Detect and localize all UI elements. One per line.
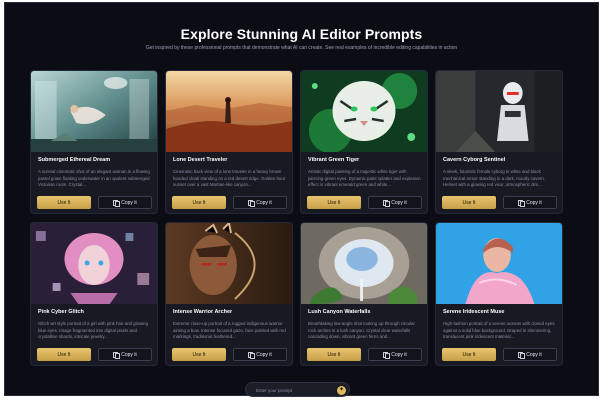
- card-title: Intense Warrior Archer: [173, 309, 233, 315]
- card-description: A surreal cinematic shot of an elegant w…: [38, 169, 150, 187]
- prompt-card: Vibrant Green Tiger Artistic digital pai…: [300, 70, 428, 214]
- prompt-card: Submerged Ethereal Dream A surreal cinem…: [30, 70, 158, 214]
- copy-icon: [248, 352, 255, 359]
- copy-it-button[interactable]: Copy it: [368, 348, 422, 361]
- card-description: Artistic digital painting of a majestic …: [308, 169, 421, 187]
- sparkle-icon[interactable]: ✦: [337, 385, 346, 395]
- copy-icon: [383, 352, 390, 359]
- card-description: Cinematic back view of a lone traveler i…: [173, 169, 286, 187]
- card-title: Submerged Ethereal Dream: [38, 157, 111, 163]
- card-description: Breathtaking low-angle shot looking up t…: [308, 321, 415, 339]
- use-it-button[interactable]: Use It: [307, 348, 361, 361]
- copy-icon: [113, 200, 120, 207]
- use-it-button[interactable]: Use It: [37, 348, 91, 361]
- card-title: Lush Canyon Waterfalls: [308, 309, 371, 315]
- copy-icon: [113, 352, 120, 359]
- prompt-card: Lone Desert Traveler Cinematic back view…: [165, 70, 293, 214]
- use-it-button[interactable]: Use It: [172, 348, 226, 361]
- prompt-bar: ✦: [245, 382, 350, 397]
- prompt-card: Intense Warrior Archer Extreme close-up …: [165, 222, 293, 366]
- copy-it-button[interactable]: Copy it: [368, 196, 422, 209]
- copy-icon: [248, 200, 255, 207]
- card-title: Lone Desert Traveler: [173, 157, 228, 163]
- copy-it-button[interactable]: Copy it: [233, 348, 287, 361]
- copy-it-button[interactable]: Copy it: [233, 196, 287, 209]
- card-description: A sleek, futuristic female cyborg in whi…: [443, 169, 546, 187]
- copy-icon: [518, 200, 525, 207]
- copy-it-label: Copy it: [121, 351, 137, 358]
- copy-it-label: Copy it: [526, 199, 542, 206]
- card-title: Pink Cyber Glitch: [38, 309, 84, 315]
- copy-it-label: Copy it: [391, 199, 407, 206]
- use-it-button[interactable]: Use It: [442, 348, 496, 361]
- green-tiger-image: [301, 71, 427, 152]
- glitch-portrait-image: [31, 223, 157, 304]
- page-subtitle: Get inspired by these professional promp…: [145, 45, 458, 51]
- desert-traveler-image: [166, 71, 292, 152]
- card-description: High-fashion portrait of a serene woman …: [443, 321, 555, 339]
- page-title: Explore Stunning AI Editor Prompts: [180, 26, 423, 42]
- canyon-waterfall-image: [301, 223, 427, 304]
- copy-it-button[interactable]: Copy it: [98, 196, 152, 209]
- copy-it-label: Copy it: [256, 199, 272, 206]
- use-it-button[interactable]: Use It: [442, 196, 496, 209]
- prompt-card: Serene Iridescent Muse High-fashion port…: [435, 222, 563, 366]
- prompt-card: Cavern Cyborg Sentinel A sleek, futurist…: [435, 70, 563, 214]
- copy-icon: [383, 200, 390, 207]
- app-frame: Explore Stunning AI Editor Prompts Get i…: [4, 2, 599, 396]
- card-title: Cavern Cyborg Sentinel: [443, 157, 506, 163]
- copy-it-button[interactable]: Copy it: [503, 196, 557, 209]
- card-title: Serene Iridescent Muse: [443, 309, 505, 315]
- copy-it-label: Copy it: [526, 351, 542, 358]
- card-description: Glitch-art style portrait of a girl with…: [38, 321, 149, 339]
- copy-icon: [518, 352, 525, 359]
- use-it-button[interactable]: Use It: [172, 196, 226, 209]
- use-it-button[interactable]: Use It: [307, 196, 361, 209]
- underwater-woman-image: [31, 71, 157, 152]
- copy-it-label: Copy it: [391, 351, 407, 358]
- prompt-card: Pink Cyber Glitch Glitch-art style portr…: [30, 222, 158, 366]
- warrior-archer-image: [166, 223, 292, 304]
- copy-it-label: Copy it: [121, 199, 137, 206]
- prompt-input[interactable]: [256, 386, 328, 394]
- copy-it-button[interactable]: Copy it: [503, 348, 557, 361]
- card-description: Extreme close-up portrait of a rugged in…: [173, 321, 286, 339]
- use-it-button[interactable]: Use It: [37, 196, 91, 209]
- copy-it-label: Copy it: [256, 351, 272, 358]
- copy-it-button[interactable]: Copy it: [98, 348, 152, 361]
- iridescent-muse-image: [436, 223, 562, 304]
- cyborg-image: [436, 71, 562, 152]
- card-title: Vibrant Green Tiger: [308, 157, 360, 163]
- prompt-card: Lush Canyon Waterfalls Breathtaking low-…: [300, 222, 428, 366]
